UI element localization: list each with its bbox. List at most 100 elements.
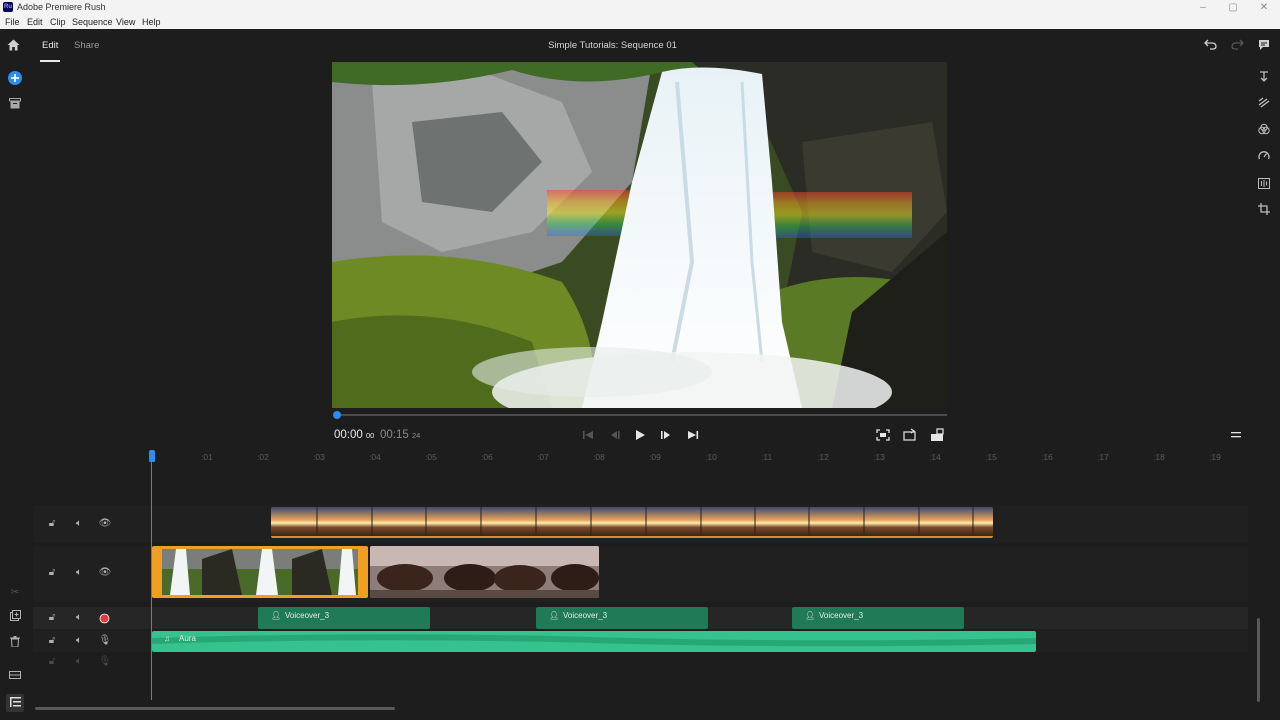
tick-label: :01: [201, 452, 213, 462]
record-icon[interactable]: [99, 613, 110, 624]
undo-icon[interactable]: [1204, 39, 1217, 50]
voiceover-clip[interactable]: 👤︎ Voiceover_3: [258, 607, 430, 629]
sunset-video-clip[interactable]: [271, 507, 993, 538]
waterfall-video-clip-selected[interactable]: [152, 546, 368, 598]
menu-sequence[interactable]: Sequence: [72, 17, 113, 27]
music-note-icon: ♫: [164, 634, 170, 643]
eye-icon[interactable]: 👁︎: [98, 567, 112, 578]
timeline-horizontal-scrollbar[interactable]: [35, 707, 395, 710]
tick-label: :07: [537, 452, 549, 462]
tick-label: :06: [481, 452, 493, 462]
program-monitor[interactable]: [332, 62, 947, 408]
tick-label: :08: [593, 452, 605, 462]
microphone-icon[interactable]: 🎙︎: [98, 635, 112, 646]
lock-icon[interactable]: 🔓︎: [45, 567, 59, 578]
transitions-button[interactable]: [1255, 96, 1273, 114]
minimize-button[interactable]: –: [1188, 0, 1218, 15]
playhead[interactable]: [151, 452, 152, 700]
menu-help[interactable]: Help: [142, 17, 161, 27]
step-forward-icon[interactable]: [658, 428, 674, 442]
playback-scrubber[interactable]: [336, 414, 947, 416]
menu-file[interactable]: File: [5, 17, 20, 27]
color-icon: [1258, 123, 1270, 135]
tick-label: :04: [369, 452, 381, 462]
tick-label: :11: [761, 452, 773, 462]
lock-icon[interactable]: 🔓︎: [45, 612, 59, 623]
tick-label: :03: [313, 452, 325, 462]
music-clip[interactable]: ♫ Aura: [152, 631, 1036, 652]
audio-waveform: [152, 634, 1036, 647]
speaker-icon[interactable]: 🔈︎: [72, 612, 86, 623]
maximize-button[interactable]: ▢: [1218, 0, 1248, 15]
speed-button[interactable]: [1255, 150, 1273, 168]
tick-label: :17: [1097, 452, 1109, 462]
tick-label: :12: [817, 452, 829, 462]
premiere-rush-logo-icon: Ru: [3, 2, 13, 12]
clip-label: Voiceover_3: [819, 611, 864, 620]
media-bin-button[interactable]: [6, 96, 24, 114]
audio-button[interactable]: [1255, 177, 1273, 195]
timeline-ruler[interactable]: :01 :02 :03 :04 :05 :06 :07 :08 :09 :10 …: [33, 449, 1248, 465]
menu-view[interactable]: View: [116, 17, 135, 27]
scrubber-handle[interactable]: [333, 411, 341, 419]
media-bin-icon: [9, 98, 21, 109]
fit-frame-icon[interactable]: [875, 428, 891, 442]
color-button[interactable]: [1255, 123, 1273, 141]
timeline-vertical-scrollbar[interactable]: [1257, 618, 1260, 702]
add-media-button[interactable]: [6, 70, 24, 88]
go-to-end-icon[interactable]: [685, 428, 701, 442]
menu-clip[interactable]: Clip: [50, 17, 66, 27]
tick-label: :09: [649, 452, 661, 462]
microphone-icon: 🎙︎: [98, 656, 112, 667]
delete-button[interactable]: [6, 634, 24, 652]
lock-icon: 🔓︎: [48, 656, 56, 667]
go-to-start-icon[interactable]: [580, 428, 596, 442]
crop-transform-button[interactable]: [1255, 203, 1273, 221]
split-button[interactable]: ✂: [6, 582, 24, 600]
play-icon[interactable]: [632, 428, 648, 442]
cattle-clip-thumbnails: [370, 546, 599, 598]
close-button[interactable]: ✕: [1249, 0, 1279, 15]
tick-label: :02: [257, 452, 269, 462]
sunset-clip-thumbnails: [271, 507, 993, 536]
track-controls-icon: [9, 671, 21, 679]
scissors-icon: ✂: [10, 587, 20, 598]
tick-label: :18: [1153, 452, 1165, 462]
timeline-list-button[interactable]: [6, 694, 24, 712]
sequence-title: Simple Tutorials: Sequence 01: [548, 40, 677, 51]
rotate-icon[interactable]: [902, 428, 918, 442]
duplicate-icon: [9, 610, 21, 621]
person-icon: 👤︎: [271, 611, 282, 620]
eye-icon[interactable]: 👁︎: [98, 518, 112, 529]
audio-icon: [1258, 178, 1270, 189]
highland-cattle-video-clip[interactable]: [370, 546, 599, 598]
aspect-ratio-icon[interactable]: [929, 428, 945, 442]
playhead-handle[interactable]: [149, 450, 155, 462]
voiceover-clip[interactable]: 👤︎ Voiceover_3: [536, 607, 708, 629]
tick-label: :13: [873, 452, 885, 462]
trash-icon: [10, 636, 20, 648]
step-back-icon[interactable]: [606, 428, 622, 442]
transitions-icon: [1258, 97, 1270, 108]
menu-icon[interactable]: [1228, 428, 1244, 442]
comments-icon[interactable]: [1258, 39, 1270, 51]
redo-icon[interactable]: [1231, 39, 1244, 50]
speed-icon: [1258, 151, 1270, 160]
plus-circle-icon: [8, 71, 22, 85]
app-header: Edit Share Simple Tutorials: Sequence 01: [0, 29, 1280, 62]
voiceover-clip[interactable]: 👤︎ Voiceover_3: [792, 607, 964, 629]
track-controls-button[interactable]: [6, 666, 24, 684]
titles-button[interactable]: [1255, 70, 1273, 88]
menu-edit[interactable]: Edit: [27, 17, 43, 27]
person-icon: 👤︎: [805, 611, 816, 620]
speaker-icon[interactable]: 🔈︎: [72, 567, 86, 578]
tick-label: :15: [985, 452, 997, 462]
speaker-icon[interactable]: 🔈︎: [72, 635, 86, 646]
waterfall-video-frame: [332, 62, 947, 408]
duplicate-button[interactable]: [6, 608, 24, 626]
duration-timecode: 00:15 24: [380, 429, 421, 441]
speaker-icon[interactable]: 🔈︎: [72, 518, 86, 529]
lock-icon[interactable]: 🔓︎: [45, 635, 59, 646]
titles-icon: [1260, 71, 1268, 82]
lock-icon[interactable]: 🔓︎: [45, 518, 59, 529]
